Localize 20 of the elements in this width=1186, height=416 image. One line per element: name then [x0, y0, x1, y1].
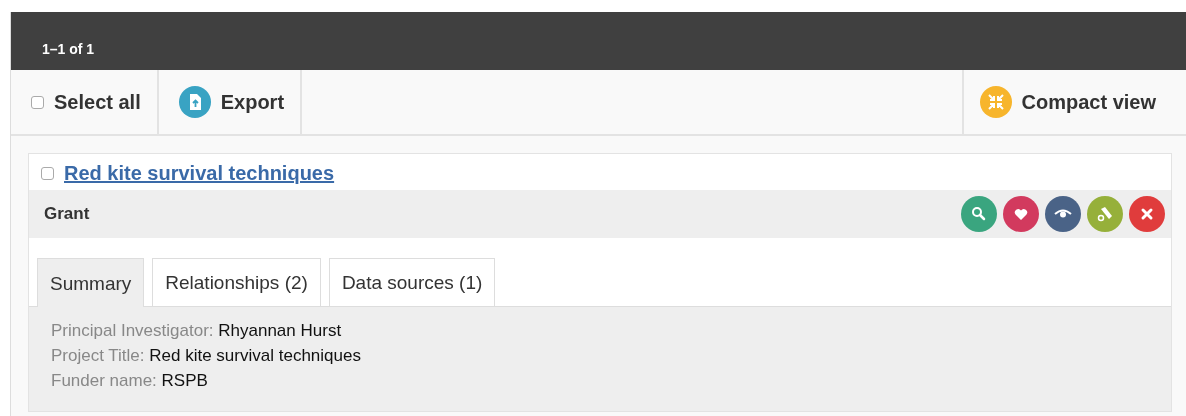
- compact-view-button[interactable]: Compact view: [961, 70, 1186, 134]
- tool-icon[interactable]: [1087, 196, 1123, 232]
- tab[interactable]: Data sources (1): [328, 258, 496, 306]
- checkbox[interactable]: [31, 95, 44, 109]
- summary-field: Project Title: Red kite survival techniques: [51, 346, 1149, 366]
- eye-icon[interactable]: [1045, 196, 1081, 232]
- tab[interactable]: Relationships (2): [152, 258, 321, 306]
- record-title-link[interactable]: Red kite survival techniques: [64, 162, 335, 185]
- compact-icon: [979, 86, 1012, 118]
- summary-field: Principal Investigator: Rhyannan Hurst: [51, 321, 1149, 341]
- record-type: Grant: [44, 204, 90, 224]
- export-icon: [178, 86, 211, 118]
- tab[interactable]: Summary: [37, 258, 145, 307]
- close-icon[interactable]: [1129, 196, 1165, 232]
- search-icon[interactable]: [961, 196, 997, 232]
- result-count: 1–1 of 1: [42, 41, 95, 57]
- export-button[interactable]: Export: [158, 70, 303, 134]
- summary-field: Funder name: RSPB: [51, 371, 1149, 391]
- select-all-button[interactable]: Select all: [11, 70, 159, 134]
- checkbox[interactable]: [41, 167, 54, 180]
